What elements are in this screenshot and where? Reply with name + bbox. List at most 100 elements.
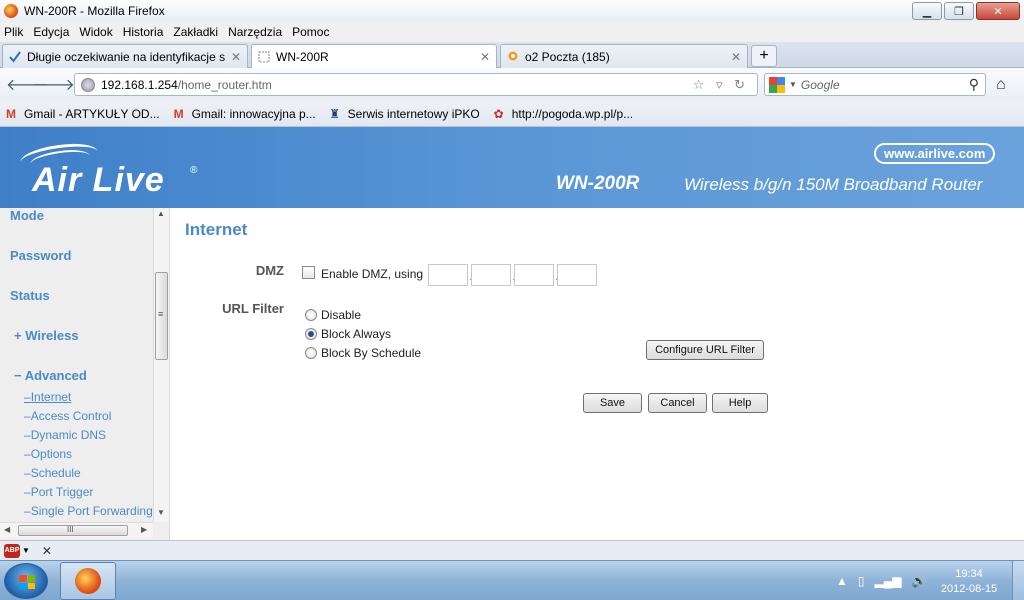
forward-button[interactable]: 🡒: [32, 74, 75, 95]
scroll-thumb[interactable]: III: [18, 525, 128, 536]
radio-block-by-schedule[interactable]: [305, 347, 317, 359]
sidebar-sub-port-trigger[interactable]: –Port Trigger: [24, 485, 93, 499]
tray-expand-icon[interactable]: ▲: [836, 574, 848, 588]
o2-balloon-icon: [508, 51, 518, 60]
bookmarks-bar: M Gmail - ARTYKUŁY OD... M Gmail: innowa…: [0, 101, 1024, 127]
sidebar-vertical-scrollbar[interactable]: ▲ ≡ ▼: [153, 208, 169, 522]
radio-disable[interactable]: [305, 309, 317, 321]
model-name: WN-200R: [556, 173, 640, 194]
show-desktop-button[interactable]: [1012, 561, 1024, 600]
back-button[interactable]: 🡐: [6, 74, 49, 95]
windows-taskbar: ▲ ▯ ▂▄▆ 🔊 19:34 2012-08-15: [0, 560, 1024, 600]
scroll-right-icon[interactable]: ▶: [141, 525, 147, 534]
search-bar[interactable]: ▼ Google ⚲: [764, 73, 986, 96]
taskbar-clock[interactable]: 19:34 2012-08-15: [936, 567, 1002, 597]
bookmark-gmail-artykuly[interactable]: M Gmail - ARTYKUŁY OD...: [4, 107, 160, 121]
dmz-label: DMZ: [255, 263, 284, 278]
menu-historia[interactable]: Historia: [123, 25, 164, 39]
sidebar-sub-single-port-forwarding[interactable]: –Single Port Forwarding: [24, 504, 153, 518]
tab-close-icon[interactable]: ✕: [731, 50, 741, 64]
menu-bar: Plik Edycja Widok Historia Zakładki Narz…: [0, 22, 1024, 42]
tab-wn200r[interactable]: WN-200R ✕: [251, 44, 497, 69]
sidebar-sub-options[interactable]: –Options: [24, 447, 72, 461]
chevron-down-icon[interactable]: ▼: [22, 546, 30, 555]
sidebar: Mode Password Status + Wireless − Advanc…: [0, 208, 170, 540]
gmail-icon: M: [6, 106, 16, 121]
close-addon-bar-icon[interactable]: ✕: [42, 544, 52, 558]
tab-close-icon[interactable]: ✕: [231, 50, 241, 64]
radio-block-always[interactable]: [305, 328, 317, 340]
volume-icon[interactable]: 🔊: [911, 574, 926, 588]
sidebar-sub-internet[interactable]: –Internet: [24, 390, 71, 404]
firefox-icon: [75, 568, 101, 594]
tab-label: WN-200R: [276, 50, 329, 64]
registered-mark: ®: [190, 165, 198, 176]
sidebar-sub-access-control[interactable]: –Access Control: [24, 409, 111, 423]
menu-zakladki[interactable]: Zakładki: [173, 25, 218, 39]
scroll-up-icon[interactable]: ▲: [157, 209, 165, 218]
menu-widok[interactable]: Widok: [79, 25, 112, 39]
search-icon[interactable]: ⚲: [969, 76, 979, 93]
home-button[interactable]: ⌂: [996, 76, 1006, 94]
adblock-plus-icon[interactable]: ABP: [4, 543, 20, 558]
signal-icon[interactable]: ▂▄▆: [875, 574, 902, 588]
menu-plik[interactable]: Plik: [4, 25, 23, 39]
url-bar[interactable]: 192.168.1.254/home_router.htm ☆ ▿ ↻: [74, 73, 758, 96]
close-window-button[interactable]: ✕: [976, 2, 1020, 20]
search-placeholder: Google: [800, 77, 840, 92]
battery-icon[interactable]: ▯: [858, 574, 865, 588]
dmz-ip-octet-3[interactable]: [514, 264, 554, 286]
grip-icon: ≡: [158, 309, 164, 319]
scroll-down-icon[interactable]: ▼: [157, 508, 165, 517]
bookmark-label: http://pogoda.wp.pl/p...: [511, 106, 634, 121]
sub-prefix: –: [24, 390, 31, 404]
url-bar-icons[interactable]: ☆ ▿ ↻: [693, 77, 749, 93]
dmz-ip-octet-2[interactable]: [471, 264, 511, 286]
router-banner: Air Live ® www.airlive.com WN-200R Wirel…: [0, 127, 1024, 208]
page-content: Air Live ® www.airlive.com WN-200R Wirel…: [0, 127, 1024, 540]
sidebar-item-mode[interactable]: Mode: [10, 208, 44, 223]
menu-narzedzia[interactable]: Narzędzia: [228, 25, 282, 39]
sidebar-item-password[interactable]: Password: [10, 248, 71, 263]
airlive-logo: Air Live: [32, 161, 165, 199]
minimize-button[interactable]: ▁: [912, 2, 942, 20]
taskbar-firefox-button[interactable]: [60, 562, 116, 600]
dmz-checkbox[interactable]: [302, 266, 315, 279]
tab-o2-poczta[interactable]: o2 Poczta (185) ✕: [500, 44, 748, 68]
bookmark-ipko[interactable]: ♜ Serwis internetowy iPKO: [328, 106, 479, 121]
maximize-button[interactable]: ❐: [944, 2, 974, 20]
sidebar-item-advanced[interactable]: − Advanced: [14, 368, 87, 383]
help-button[interactable]: Help: [712, 393, 768, 413]
tab-label: Długie oczekiwanie na identyfikacje si..…: [27, 49, 225, 64]
sidebar-sub-schedule[interactable]: –Schedule: [24, 466, 81, 480]
sub-label: Options: [30, 447, 73, 461]
tab-bar: Długie oczekiwanie na identyfikacje si..…: [0, 42, 1024, 69]
tab-label: o2 Poczta (185): [525, 49, 610, 64]
chevron-down-icon[interactable]: ▼: [789, 80, 797, 89]
tab-close-icon[interactable]: ✕: [480, 50, 490, 64]
sidebar-sub-dynamic-dns[interactable]: –Dynamic DNS: [24, 428, 106, 442]
blank-page-icon: [258, 51, 270, 63]
configure-url-filter-button[interactable]: Configure URL Filter: [646, 340, 764, 360]
pko-icon: ♜: [329, 106, 341, 121]
save-button[interactable]: Save: [583, 393, 642, 413]
menu-pomoc[interactable]: Pomoc: [292, 25, 329, 39]
sidebar-horizontal-scrollbar[interactable]: ◀ III ▶: [0, 522, 153, 538]
bookmark-pogoda[interactable]: ✿ http://pogoda.wp.pl/p...: [492, 107, 633, 121]
sidebar-item-status[interactable]: Status: [10, 288, 50, 303]
bookmark-gmail-innowacyjna[interactable]: M Gmail: innowacyjna p...: [172, 107, 316, 121]
scroll-thumb[interactable]: ≡: [155, 272, 168, 360]
google-icon: [769, 76, 785, 93]
windows-logo-icon: [19, 575, 35, 589]
website-badge[interactable]: www.airlive.com: [874, 143, 996, 164]
dmz-ip-octet-4[interactable]: [557, 264, 597, 286]
new-tab-button[interactable]: +: [751, 45, 777, 67]
tab-identyfikacje[interactable]: Długie oczekiwanie na identyfikacje si..…: [2, 44, 248, 68]
menu-edycja[interactable]: Edycja: [33, 25, 69, 39]
start-button[interactable]: [4, 563, 48, 599]
sidebar-item-wireless[interactable]: + Wireless: [14, 328, 79, 343]
dmz-ip-octet-1[interactable]: [428, 264, 468, 286]
scroll-left-icon[interactable]: ◀: [4, 525, 10, 534]
cancel-button[interactable]: Cancel: [648, 393, 707, 413]
addon-bar: ABP ▼ ✕: [0, 540, 1024, 560]
